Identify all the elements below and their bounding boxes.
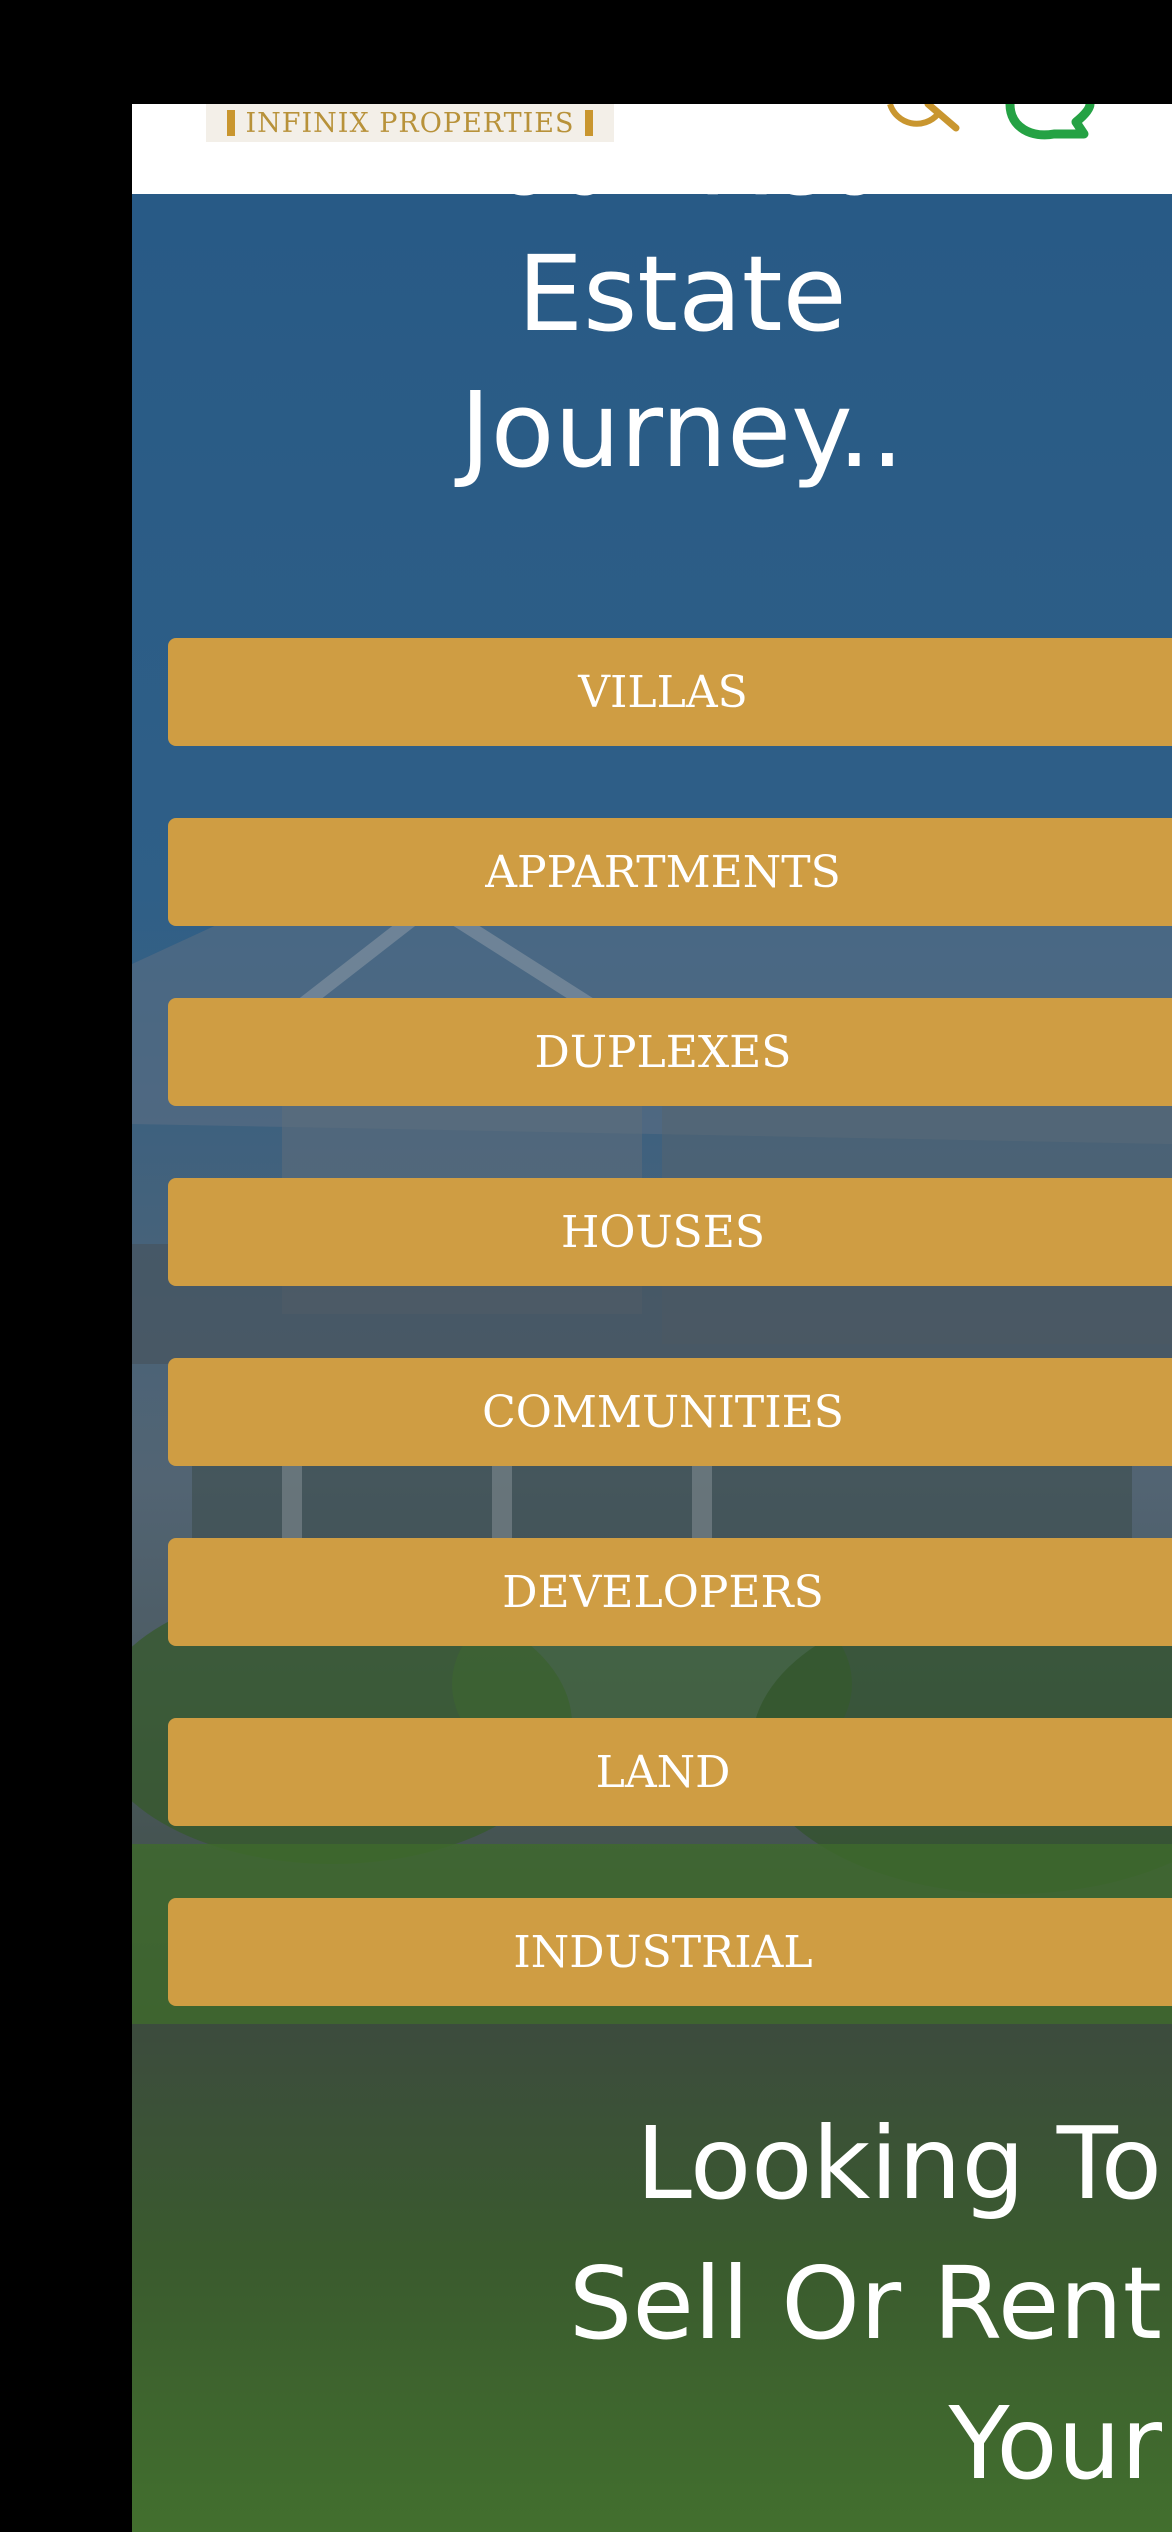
site-header: INFINIX PROPERTIES [132,104,1172,194]
search-button[interactable] [882,104,962,144]
logo-text: INFINIX PROPERTIES [245,107,575,139]
category-button-communities[interactable]: COMMUNITIES [168,1358,1172,1466]
site-logo[interactable]: INFINIX PROPERTIES [206,104,614,142]
category-button-industrial[interactable]: INDUSTRIAL [168,1898,1172,2006]
hero-title-line: Journey.. [460,369,904,491]
category-button-land[interactable]: LAND [168,1718,1172,1826]
logo-bar-icon [584,110,593,136]
logo-bar-icon [227,110,236,136]
sell-rent-title: Looking To Sell Or Rent Your [492,2094,1162,2514]
whatsapp-icon [1005,104,1095,140]
category-button-duplexes[interactable]: DUPLEXES [168,998,1172,1106]
phone-viewport: Your Real Estate Journey.. VILLAS APPART… [132,104,1172,2532]
category-button-appartments[interactable]: APPARTMENTS [168,818,1172,926]
category-button-developers[interactable]: DEVELOPERS [168,1538,1172,1646]
sell-title-line: Sell Or Rent [568,2245,1162,2362]
search-icon [887,104,960,132]
hero-title: Your Real Estate Journey.. [322,194,1042,498]
hero-title-line: Your Real [322,194,1042,226]
category-button-villas[interactable]: VILLAS [168,638,1172,746]
sell-title-line: Looking To [636,2105,1162,2222]
whatsapp-button[interactable] [1002,104,1102,144]
sell-title-line: Your [948,2385,1162,2502]
hero-title-clip: Your Real Estate Journey.. [132,194,1172,674]
hero-title-line: Estate [517,233,847,355]
category-button-houses[interactable]: HOUSES [168,1178,1172,1286]
